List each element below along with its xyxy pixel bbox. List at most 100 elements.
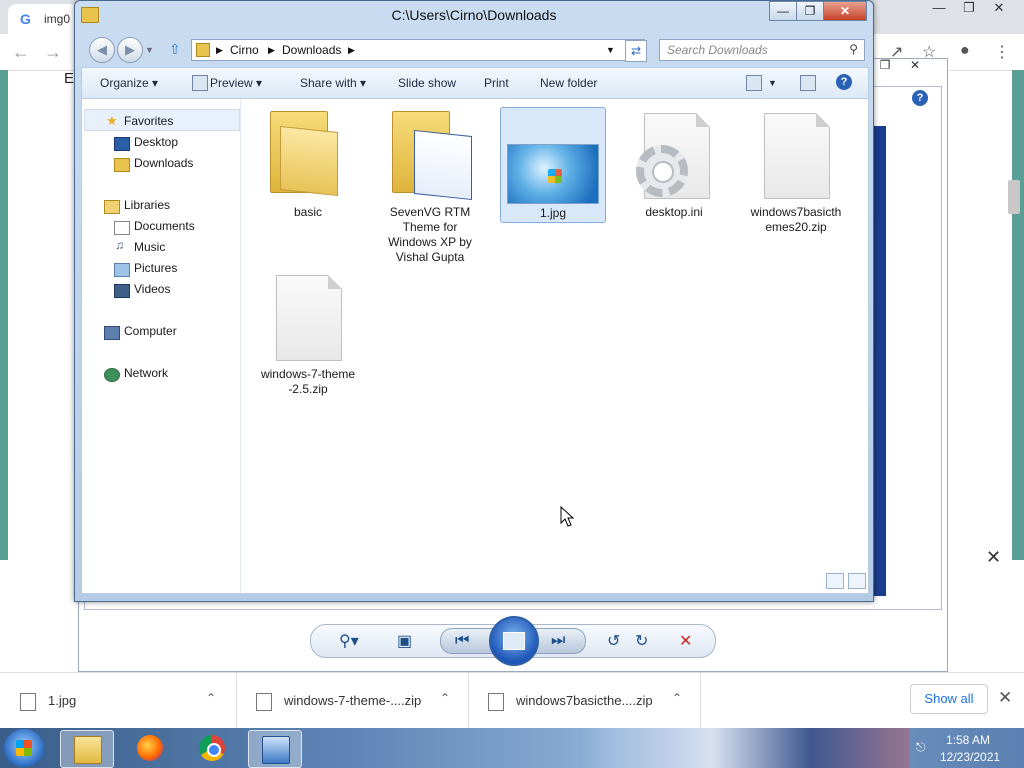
close-icon[interactable]: ✕ <box>984 0 1014 16</box>
slideshow-icon <box>503 632 525 650</box>
folder-front <box>280 125 338 197</box>
share-with-menu[interactable]: Share with ▾ <box>300 76 366 90</box>
organize-menu[interactable]: Organize ▾ <box>100 76 158 90</box>
taskbar-firefox[interactable] <box>124 730 176 766</box>
restore-icon[interactable]: ❐ <box>954 0 984 16</box>
clock-time[interactable]: 1:58 AM <box>946 733 990 747</box>
music-icon: ♫ <box>115 238 124 252</box>
taskbar-photo-viewer[interactable] <box>248 730 302 768</box>
large-icons-view-icon[interactable] <box>848 573 866 589</box>
start-button[interactable] <box>4 729 44 767</box>
show-all-button[interactable]: Show all <box>910 684 988 714</box>
address-dropdown-icon[interactable]: ▼ <box>606 45 615 55</box>
rotate-left-icon[interactable]: ↺ <box>607 631 620 651</box>
details-view-icon[interactable] <box>826 573 844 589</box>
delete-icon[interactable]: ✕ <box>679 631 692 651</box>
forward-button[interactable]: ▶ <box>117 37 143 63</box>
nav-network[interactable]: Network <box>124 366 168 380</box>
navigation-pane: ★ Favorites Desktop Downloads Libraries … <box>82 99 241 593</box>
file-item-basic[interactable]: basic <box>256 107 360 267</box>
network-icon[interactable]: ⎋ <box>916 740 926 755</box>
file-item-1-jpg[interactable]: 1.jpg <box>500 107 606 223</box>
download-item-2[interactable]: windows-7-theme-....zip ⌃ <box>236 673 469 729</box>
print-button[interactable]: Print <box>484 76 509 90</box>
taskbar-chrome[interactable] <box>186 730 238 766</box>
change-view-icon[interactable] <box>746 75 762 91</box>
nav-pictures[interactable]: Pictures <box>134 261 177 275</box>
download-item-3[interactable]: windows7basicthe....zip ⌃ <box>468 673 701 729</box>
help-icon[interactable]: ? <box>836 74 852 90</box>
minimize-icon[interactable]: — <box>924 0 954 15</box>
zoom-icon[interactable]: ⚲▾ <box>339 631 359 651</box>
nav-computer[interactable]: Computer <box>124 324 177 338</box>
file-item-desktop-ini[interactable]: desktop.ini <box>622 107 726 227</box>
download-name: windows-7-theme-....zip <box>284 693 422 708</box>
forward-arrow-icon[interactable]: → <box>44 42 62 63</box>
downloads-folder-icon <box>114 158 130 172</box>
nav-favorites[interactable]: Favorites <box>124 114 173 128</box>
search-input[interactable]: Search Downloads ⚲ <box>659 39 865 61</box>
rotate-right-icon[interactable]: ↻ <box>635 631 648 651</box>
nav-libraries[interactable]: Libraries <box>124 198 170 212</box>
file-name: basic <box>293 205 322 219</box>
slide-show-button[interactable]: Slide show <box>398 76 456 90</box>
profile-icon[interactable]: ● <box>960 42 970 60</box>
maximize-icon[interactable]: ❐ <box>870 58 900 72</box>
nav-videos[interactable]: Videos <box>134 282 170 296</box>
back-button[interactable]: ◀ <box>89 37 115 63</box>
chevron-up-icon[interactable]: ⌃ <box>440 691 450 705</box>
taskbar-explorer[interactable] <box>60 730 114 768</box>
search-icon[interactable]: ⚲ <box>849 42 858 56</box>
page-scrollbar-thumb[interactable] <box>1008 180 1020 214</box>
windows-logo-icon <box>548 169 562 183</box>
close-icon[interactable]: ✕ <box>900 58 930 72</box>
chevron-up-icon[interactable]: ⌃ <box>672 691 682 705</box>
menu-icon[interactable]: ⋮ <box>994 42 1010 62</box>
view-dropdown-icon[interactable]: ▼ <box>768 78 777 88</box>
file-name: SevenVG RTM Theme for Windows XP by Vish… <box>388 205 472 264</box>
gear-center <box>652 161 674 183</box>
close-icon[interactable]: ✕ <box>998 688 1012 708</box>
file-item-windows-7-theme-zip[interactable]: windows-7-theme-2.5.zip <box>256 271 360 397</box>
up-arrow-icon[interactable]: ⇧ <box>169 41 181 58</box>
nav-downloads[interactable]: Downloads <box>134 156 193 170</box>
download-name: 1.jpg <box>48 693 77 708</box>
file-name: windows7basicthemes20.zip <box>750 205 842 234</box>
clock-date[interactable]: 12/23/2021 <box>940 750 1000 764</box>
new-folder-button[interactable]: New folder <box>540 76 597 90</box>
close-icon[interactable]: ✕ <box>986 547 1001 568</box>
slideshow-button[interactable] <box>489 616 539 666</box>
next-icon[interactable]: ⏭ <box>551 632 565 650</box>
breadcrumb-cirno[interactable]: Cirno <box>230 43 259 57</box>
actual-size-icon[interactable]: ▣ <box>397 631 412 651</box>
download-name: windows7basicthe....zip <box>516 693 653 708</box>
search-placeholder: Search Downloads <box>667 43 768 57</box>
minimize-button[interactable]: — <box>769 1 797 21</box>
file-item-windows7basicthemes20-zip[interactable]: windows7basicthemes20.zip <box>744 107 848 237</box>
breadcrumb-downloads[interactable]: Downloads <box>282 43 341 57</box>
help-icon[interactable]: ? <box>912 90 928 106</box>
preview-menu[interactable]: Preview ▾ <box>210 76 262 90</box>
chevron-right-icon[interactable]: ▶ <box>348 45 355 56</box>
chevron-right-icon[interactable]: ▶ <box>268 45 275 56</box>
download-item-1[interactable]: 1.jpg ⌃ <box>0 673 237 729</box>
close-button[interactable]: ✕ <box>823 1 867 21</box>
address-bar[interactable]: ▶ Cirno ▶ Downloads ▶ ▼ <box>191 39 645 61</box>
computer-icon <box>104 326 120 340</box>
star-icon: ★ <box>106 113 118 128</box>
nav-desktop[interactable]: Desktop <box>134 135 178 149</box>
recent-pages-icon[interactable]: ▼ <box>145 45 154 55</box>
chevron-right-icon[interactable]: ▶ <box>216 45 223 56</box>
preview-pane-icon[interactable] <box>800 75 816 91</box>
nav-documents[interactable]: Documents <box>134 219 195 233</box>
maximize-button[interactable]: ❐ <box>796 1 824 21</box>
previous-icon[interactable]: ⏮ <box>455 632 469 650</box>
file-item-sevenvg-folder[interactable]: SevenVG RTM Theme for Windows XP by Vish… <box>378 107 482 267</box>
videos-icon <box>114 284 130 298</box>
back-arrow-icon[interactable]: ← <box>12 42 30 63</box>
refresh-button[interactable]: ⇄ <box>625 40 647 62</box>
image-thumbnail-icon <box>507 144 599 204</box>
nav-music[interactable]: Music <box>134 240 165 254</box>
pictures-icon <box>114 263 130 277</box>
chevron-up-icon[interactable]: ⌃ <box>206 691 216 705</box>
